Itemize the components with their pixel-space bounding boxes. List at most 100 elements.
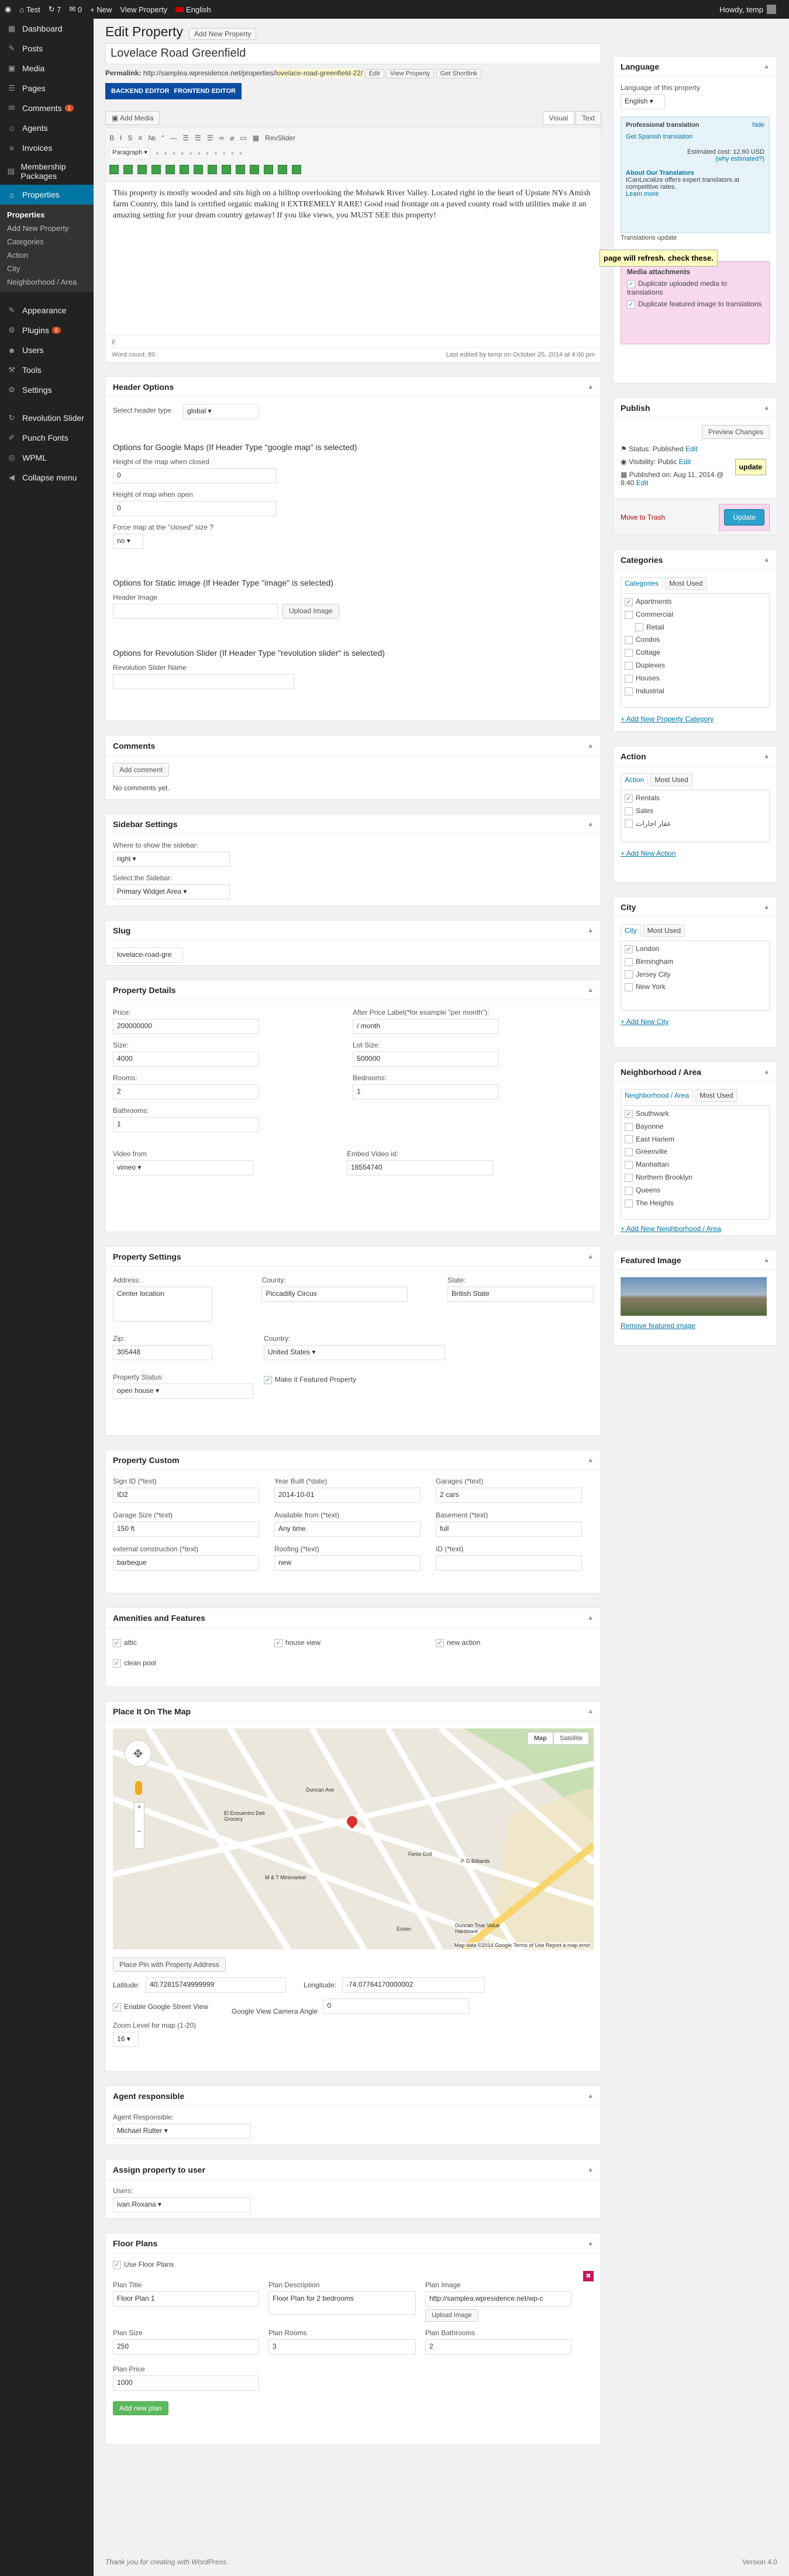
- term-checkbox[interactable]: Houses: [625, 674, 766, 683]
- toggle-icon[interactable]: ▲: [587, 383, 594, 390]
- term-checkbox[interactable]: Duplexes: [625, 661, 766, 670]
- plan-rooms-input[interactable]: 3: [268, 2339, 416, 2354]
- sidebar-item-pages[interactable]: ☰ Pages: [0, 78, 94, 98]
- map-closed-height-input[interactable]: 0: [113, 468, 277, 483]
- shortcode-icon[interactable]: [109, 165, 119, 174]
- term-checkbox[interactable]: Cottage: [625, 648, 766, 658]
- sidebar-item-users[interactable]: ☻ Users: [0, 340, 94, 360]
- featured-image-thumbnail[interactable]: [621, 1277, 767, 1316]
- term-checkbox[interactable]: Jersey City: [625, 970, 766, 979]
- shortcode-icon[interactable]: [208, 165, 217, 174]
- term-checkbox[interactable]: Sales: [625, 807, 766, 815]
- term-checkbox[interactable]: ✓ Southwark: [625, 1109, 766, 1118]
- submenu-item[interactable]: Neighborhood / Area: [0, 275, 94, 289]
- editor-content[interactable]: This property is mostly wooded and sits …: [106, 182, 601, 335]
- header-type-select[interactable]: global ▾: [183, 404, 260, 419]
- term-checkbox[interactable]: Bayonne: [625, 1122, 766, 1131]
- term-checkbox[interactable]: ✓ Apartments: [625, 597, 766, 606]
- toggle-icon[interactable]: ▲: [763, 556, 770, 563]
- satellite-type-button[interactable]: Satellite: [553, 1732, 589, 1745]
- custom-field-input[interactable]: barbeque: [113, 1555, 259, 1571]
- price-input[interactable]: 200000000: [113, 1019, 259, 1034]
- lot-size-input[interactable]: 500000: [353, 1052, 499, 1067]
- add-category-link[interactable]: + Add New Property Category: [621, 715, 770, 723]
- duplicate-featured-checkbox[interactable]: ✓ Duplicate featured image to translation…: [627, 300, 763, 309]
- more-icon[interactable]: ▭: [240, 134, 246, 142]
- custom-field-input[interactable]: 2 cars: [436, 1488, 582, 1503]
- toggle-icon[interactable]: ▲: [587, 1708, 594, 1715]
- add-neighborhood-link[interactable]: + Add New Neighborhood / Area: [621, 1225, 770, 1233]
- camera-angle-input[interactable]: 0: [323, 1998, 470, 2014]
- longitude-input[interactable]: -74.07764170000002: [342, 1977, 485, 1993]
- plan-description-textarea[interactable]: Floor Plan for 2 bedrooms: [268, 2291, 416, 2315]
- preview-changes-button[interactable]: Preview Changes: [701, 425, 770, 439]
- clear-format-icon[interactable]: ▫: [190, 149, 192, 157]
- bold-icon[interactable]: B: [109, 134, 114, 142]
- undo-icon[interactable]: ▫: [223, 149, 225, 157]
- term-checkbox[interactable]: Retail: [625, 623, 766, 632]
- quote-icon[interactable]: “: [161, 134, 164, 142]
- toggle-icon[interactable]: ▲: [763, 404, 770, 412]
- sidebar-item-agents[interactable]: ☺ Agents: [0, 118, 94, 138]
- after-price-label-input[interactable]: / month: [353, 1019, 499, 1034]
- text-color-icon[interactable]: ▫: [173, 149, 175, 157]
- tab-all-cities[interactable]: City: [621, 924, 641, 937]
- toggle-icon[interactable]: ▲: [763, 63, 770, 70]
- submenu-item[interactable]: Add New Property: [0, 222, 94, 235]
- state-input[interactable]: British State: [447, 1287, 594, 1302]
- term-checkbox[interactable]: Manhattan: [625, 1160, 766, 1170]
- custom-field-input[interactable]: 2014-10-01: [274, 1488, 421, 1503]
- sidebar-item-invoices[interactable]: ≡ Invoices: [0, 138, 94, 158]
- sidebar-item-membership-packages[interactable]: ▤ Membership Packages: [0, 158, 94, 185]
- duplicate-media-checkbox[interactable]: ✓ Duplicate uploaded media to translation…: [627, 279, 763, 296]
- force-map-select[interactable]: no ▾: [113, 534, 143, 549]
- tab-most-used[interactable]: Most Used: [695, 1089, 738, 1102]
- shortcode-icon[interactable]: [278, 165, 287, 174]
- howdy-user-menu[interactable]: Howdy, temp: [719, 5, 776, 14]
- add-new-plan-button[interactable]: Add new plan: [113, 2401, 168, 2415]
- agent-select[interactable]: Michael Rutter ▾: [113, 2124, 251, 2139]
- remove-featured-image-link[interactable]: Remove featured image: [621, 1322, 770, 1330]
- visual-tab[interactable]: Visual: [542, 111, 574, 125]
- add-media-button[interactable]: ▣ Add Media: [105, 111, 160, 125]
- site-name-link[interactable]: ⌂ Test: [19, 5, 40, 14]
- shortcode-icon[interactable]: [123, 165, 133, 174]
- term-checkbox[interactable]: Northern Brooklyn: [625, 1173, 766, 1182]
- redo-icon[interactable]: ▫: [231, 149, 233, 157]
- toggle-icon[interactable]: ▲: [763, 1069, 770, 1076]
- updates-link[interactable]: ↻ 7: [49, 5, 61, 14]
- align-center-icon[interactable]: ☰: [195, 134, 201, 142]
- country-select[interactable]: United States ▾: [264, 1345, 445, 1360]
- plan-price-input[interactable]: 1000: [113, 2375, 259, 2391]
- toolbar-toggle-icon[interactable]: ▦: [253, 134, 259, 142]
- align-left-icon[interactable]: ☰: [182, 134, 189, 142]
- toggle-icon[interactable]: ▲: [587, 2240, 594, 2247]
- paste-text-icon[interactable]: ▫: [181, 149, 184, 157]
- custom-field-input[interactable]: ID2: [113, 1488, 259, 1503]
- tab-most-used[interactable]: Most Used: [665, 577, 707, 590]
- view-property-link[interactable]: View Property: [120, 5, 167, 14]
- shortcode-icon[interactable]: [292, 165, 301, 174]
- link-icon[interactable]: ∞: [219, 134, 225, 142]
- term-checkbox[interactable]: ✓ London: [625, 945, 766, 953]
- move-to-trash-link[interactable]: Move to Trash: [621, 513, 665, 521]
- submenu-item[interactable]: Action: [0, 248, 94, 262]
- special-char-icon[interactable]: ▫: [198, 149, 200, 157]
- shortcode-icon[interactable]: [151, 165, 161, 174]
- submenu-item[interactable]: Properties: [0, 208, 94, 222]
- sidebar-item-properties[interactable]: ⌂ Properties: [0, 185, 94, 205]
- term-checkbox[interactable]: Commercial: [625, 610, 766, 619]
- plan-image-input[interactable]: http://samplea.wpresidence.net/wp-c: [425, 2291, 571, 2307]
- amenity-checkbox[interactable]: ✓ house view: [274, 1638, 436, 1647]
- use-floor-plans-checkbox[interactable]: ✓ Use Floor Plans: [113, 2260, 594, 2269]
- learn-more-link[interactable]: Learn more: [626, 191, 659, 198]
- language-select[interactable]: English ▾: [621, 94, 665, 109]
- number-list-icon[interactable]: №: [148, 134, 156, 142]
- indent-icon[interactable]: ▫: [215, 149, 217, 157]
- term-checkbox[interactable]: ✓ Rentals: [625, 794, 766, 803]
- term-checkbox[interactable]: Greenville: [625, 1147, 766, 1157]
- term-checkbox[interactable]: Birmingham: [625, 957, 766, 966]
- street-view-checkbox[interactable]: ✓ Enable Google Street View: [113, 2003, 208, 2011]
- get-translation-link[interactable]: Get Spanish translation: [626, 133, 764, 140]
- tab-all-actions[interactable]: Action: [621, 773, 649, 786]
